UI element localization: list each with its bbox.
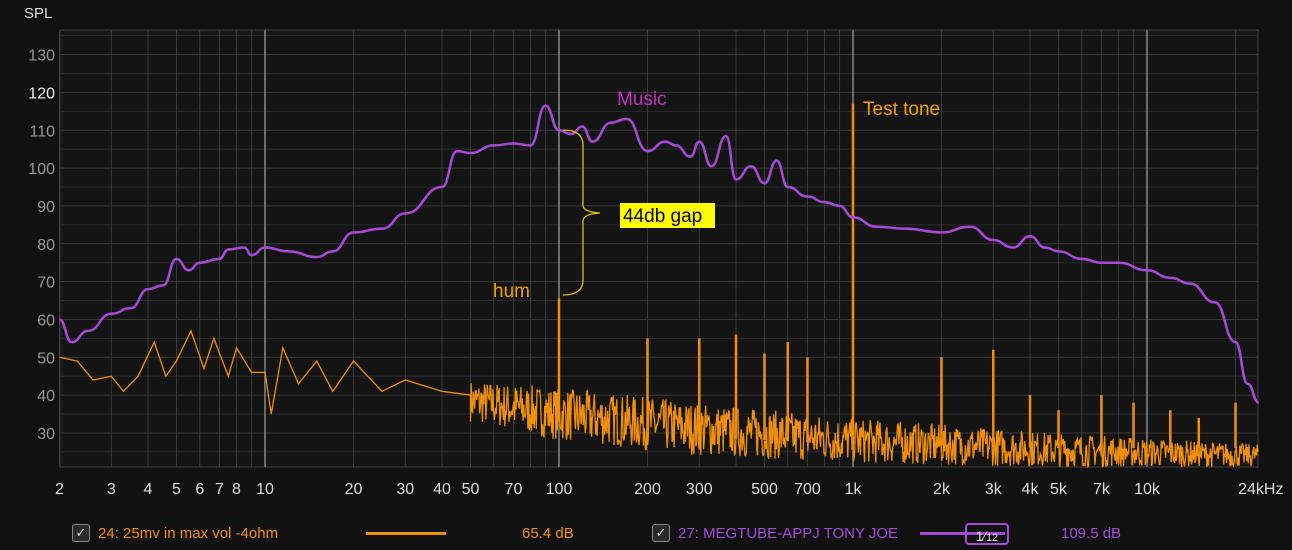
legend-value: 65.4 dB [522, 524, 574, 542]
x-tick-label: 4 [144, 481, 153, 498]
y-axis-title: SPL [24, 5, 52, 22]
annotation-hum: hum [493, 281, 530, 302]
y-tick-label: 70 [37, 275, 55, 292]
legend-label: 24: 25mv in max vol -4ohm [98, 524, 279, 542]
y-tick-label: 100 [28, 161, 55, 178]
x-tick-label: 500 [751, 481, 778, 498]
x-tick-label: 20 [345, 481, 363, 498]
annotation-gap: 44db gap [623, 206, 702, 227]
x-tick-label: 4k [1022, 481, 1040, 498]
legend-checkbox[interactable]: ✓ [72, 524, 90, 542]
x-tick-label: 30 [396, 481, 414, 498]
x-tick-label: 300 [686, 481, 713, 498]
y-tick-label: 110 [29, 123, 55, 140]
y-tick-label: 50 [37, 350, 55, 367]
x-tick-label: 2k [933, 481, 951, 498]
spl-chart: SPL 30 40 50 60 70 80 90 100 110 120 130 2 3 4 5 6 7 8 10 20… [0, 0, 1292, 550]
x-tick-label: 6 [195, 481, 204, 498]
annotation-test-tone: Test tone [863, 99, 940, 120]
y-tick-label: 80 [37, 237, 55, 254]
x-tick-label: 10k [1134, 481, 1161, 498]
x-tick-label: 3k [985, 481, 1003, 498]
x-tick-label: 2 [55, 481, 64, 498]
y-tick-label: 120 [28, 85, 55, 102]
x-tick-label: 200 [634, 481, 661, 498]
x-tick-label: 70 [505, 481, 523, 498]
y-tick-label: 60 [37, 312, 55, 329]
legend-line-swatch [366, 531, 446, 535]
legend-checkbox[interactable]: ✓ [652, 524, 670, 542]
smoothing-numerator: 1 [975, 528, 984, 544]
chart-plot: SPL 30 40 50 60 70 80 90 100 110 120 130 2 3 4 5 6 7 8 10 20… [24, 5, 1283, 498]
x-tick-label: 3 [107, 481, 116, 498]
y-tick-label: 40 [37, 388, 55, 405]
x-tick-label: 10 [256, 481, 274, 498]
legend-label: 27: MEGTUBE-APPJ TONY JOE [678, 524, 899, 542]
annotation-music: Music [617, 89, 667, 110]
x-tick-label: 100 [546, 481, 573, 498]
y-tick-label: 130 [28, 48, 55, 65]
x-tick-label: 7k [1093, 481, 1111, 498]
x-tick-label: 7 [215, 481, 224, 498]
x-tick-label: 5k [1050, 481, 1068, 498]
legend-item-orange[interactable]: ✓ 24: 25mv in max vol -4ohm 65.4 dB [72, 520, 574, 546]
legend-value: 109.5 dB [1061, 524, 1122, 542]
smoothing-denominator: 12 [985, 532, 999, 544]
x-tick-label: 5 [172, 481, 181, 498]
x-tick-label: 40 [433, 481, 451, 498]
x-tick-label: 8 [232, 481, 241, 498]
x-tick-label: 50 [462, 481, 480, 498]
x-tick-label: 24kHz [1238, 481, 1283, 498]
x-tick-label: 700 [794, 481, 821, 498]
y-tick-label: 30 [37, 426, 55, 443]
x-tick-label: 1k [845, 481, 863, 498]
smoothing-button[interactable]: 1⁄12 [965, 523, 1009, 545]
y-tick-label: 90 [37, 199, 55, 216]
legend-item-purple[interactable]: ✓ 27: MEGTUBE-APPJ TONY JOE 109.5 dB [652, 520, 1121, 546]
